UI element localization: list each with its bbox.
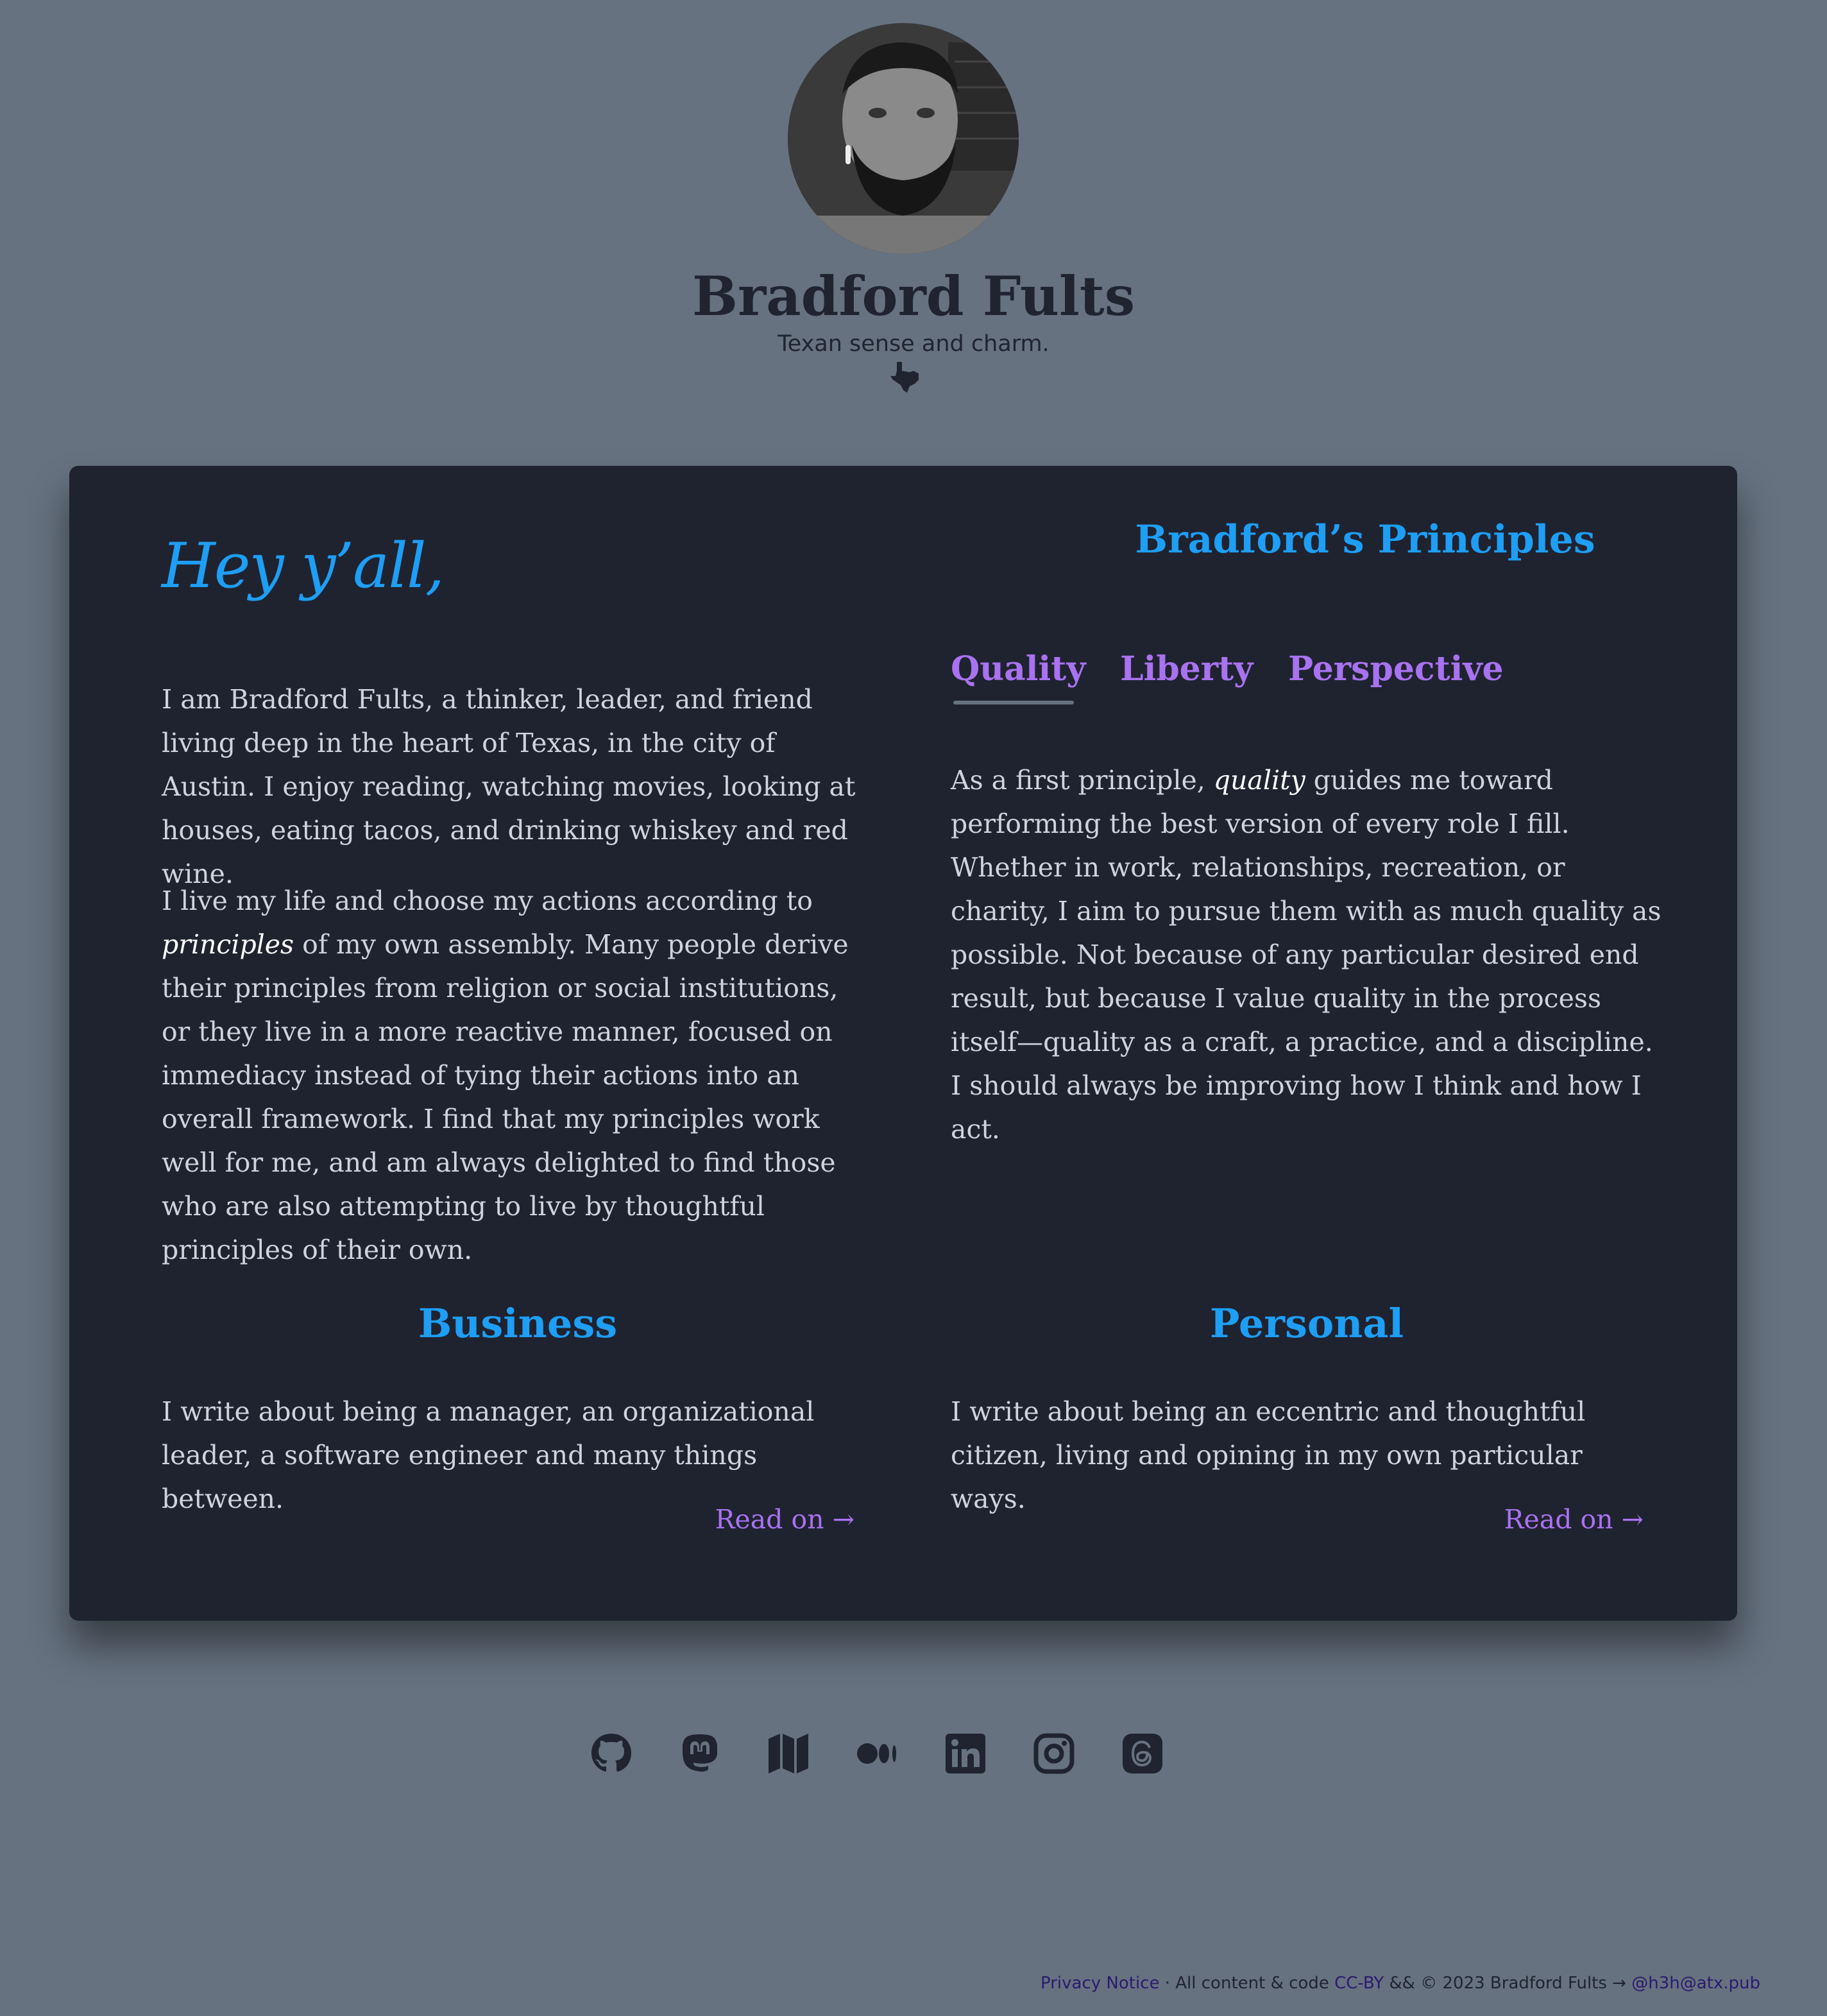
medium-icon[interactable] [854, 1731, 899, 1776]
mastodon-handle-link[interactable]: @h3h@atx.pub [1631, 1974, 1760, 1993]
texas-icon [890, 362, 919, 393]
site-title: Bradford Fults [692, 264, 1135, 328]
avatar [788, 23, 1019, 254]
social-links [589, 1731, 1238, 1776]
principles-title: Bradford’s Principles [1135, 517, 1595, 562]
personal-description: I write about being an eccentric and tho… [951, 1396, 1586, 1514]
threads-icon[interactable] [1120, 1731, 1165, 1776]
tab-liberty[interactable]: Liberty [1120, 649, 1253, 688]
principles-paragraph-start: I live my life and choose my actions acc… [162, 885, 813, 916]
principles-paragraph: I live my life and choose my actions acc… [162, 879, 874, 1272]
github-icon[interactable] [589, 1731, 634, 1776]
intro-paragraph: I am Bradford Fults, a thinker, leader, … [162, 684, 856, 889]
tab-perspective[interactable]: Perspective [1288, 649, 1504, 688]
principles-emphasis: principles [162, 929, 294, 960]
business-title: Business [418, 1300, 618, 1347]
active-tab-underline [953, 701, 1074, 705]
greeting-heading: Hey y’all, [162, 530, 445, 602]
instagram-icon[interactable] [1032, 1731, 1076, 1776]
tagline: Texan sense and charm. [778, 331, 1049, 357]
principle-body-start: As a first principle, [951, 765, 1214, 796]
main-card: Hey y’all, I am Bradford Fults, a thinke… [69, 466, 1737, 1621]
site-footer: Privacy Notice · All content & code CC-B… [1041, 1974, 1760, 1993]
footer-text-1: · All content & code [1159, 1974, 1335, 1993]
principle-body: As a first principle, quality guides me … [951, 758, 1663, 1151]
personal-read-on-link[interactable]: Read on → [1504, 1504, 1644, 1535]
principle-body-end: guides me toward performing the best ver… [951, 765, 1661, 1145]
privacy-notice-link[interactable]: Privacy Notice [1041, 1974, 1159, 1993]
map-icon[interactable] [766, 1731, 811, 1776]
tab-quality[interactable]: Quality [951, 649, 1086, 688]
business-read-on-link[interactable]: Read on → [715, 1504, 854, 1535]
principle-emphasis: quality [1213, 765, 1305, 796]
personal-title: Personal [1209, 1300, 1404, 1347]
business-description: I write about being a manager, an organi… [162, 1396, 815, 1514]
mastodon-icon[interactable] [677, 1731, 722, 1776]
license-link[interactable]: CC-BY [1334, 1974, 1384, 1993]
principles-paragraph-end: of my own assembly. Many people derive t… [162, 929, 849, 1265]
footer-text-2: && © 2023 Bradford Fults → [1384, 1974, 1632, 1993]
linkedin-icon[interactable] [943, 1731, 988, 1776]
